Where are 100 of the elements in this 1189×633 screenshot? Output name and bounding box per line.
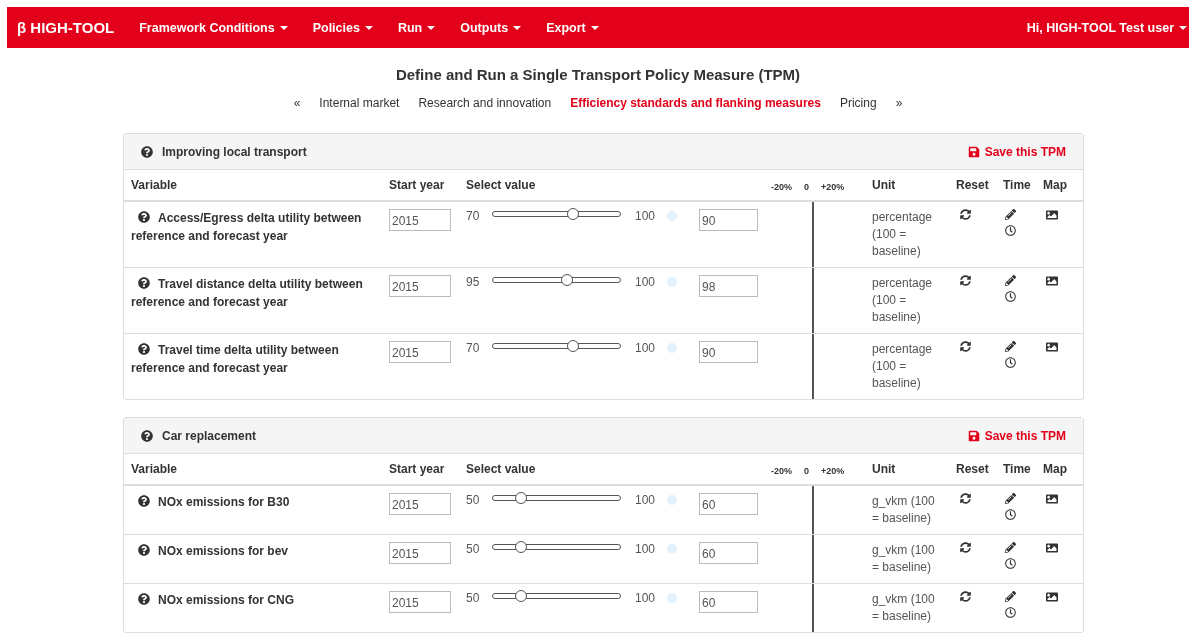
- slider-thumb[interactable]: [560, 274, 573, 286]
- category-tab[interactable]: Pricing: [830, 96, 887, 110]
- reset-icon[interactable]: [960, 209, 971, 220]
- help-icon[interactable]: [141, 429, 153, 442]
- nav-menu[interactable]: Framework Conditions: [139, 20, 288, 35]
- variable-name: Travel time delta utility between reference and forecast year: [130, 342, 340, 377]
- slider-track[interactable]: [492, 343, 621, 349]
- nav-menu[interactable]: Export: [546, 20, 599, 35]
- slider-thumb[interactable]: [514, 590, 527, 602]
- slider-thumb[interactable]: [567, 208, 579, 220]
- variable-name: NOx emissions for CNG: [124, 591, 389, 609]
- start-year-field[interactable]: 2015: [389, 209, 451, 231]
- slider-track[interactable]: [492, 544, 621, 550]
- help-icon[interactable]: [138, 593, 150, 605]
- image-icon[interactable]: [1046, 341, 1058, 353]
- slider-max: 100: [635, 493, 657, 507]
- save-link[interactable]: Save this TPM: [967, 428, 1066, 443]
- column-header: Variable: [124, 170, 389, 202]
- scale-label: -20%: [771, 466, 792, 476]
- image-icon[interactable]: [1046, 209, 1058, 221]
- column-header: Start year: [389, 170, 466, 202]
- value-field[interactable]: 90: [699, 341, 758, 363]
- slider-thumb[interactable]: [514, 541, 527, 553]
- slider-thumb[interactable]: [567, 340, 579, 352]
- unit-text: g_vkm (100 = baseline): [872, 591, 936, 625]
- slider-max: 100: [635, 591, 657, 605]
- nav-menu[interactable]: Run: [397, 20, 436, 35]
- reset-icon[interactable]: [960, 275, 971, 286]
- save-link[interactable]: Save this TPM: [967, 144, 1066, 159]
- status-dot: [667, 544, 677, 554]
- value-field[interactable]: 90: [699, 209, 758, 231]
- slider-max: 100: [635, 275, 657, 289]
- image-icon[interactable]: [1046, 591, 1058, 603]
- start-year-field[interactable]: 2015: [389, 493, 451, 515]
- unit-text: g_vkm (100 = baseline): [872, 542, 936, 576]
- nav-menu[interactable]: Outputs: [460, 20, 522, 35]
- slider-max: 100: [635, 209, 657, 223]
- status-dot: [667, 277, 677, 287]
- save-icon: [967, 429, 980, 442]
- slider-thumb[interactable]: [514, 492, 527, 504]
- value-field[interactable]: 98: [699, 275, 758, 297]
- category-tab[interactable]: Research and innovation: [408, 96, 561, 110]
- save-icon: [967, 145, 980, 158]
- reset-icon[interactable]: [960, 591, 971, 602]
- reset-icon[interactable]: [960, 542, 971, 553]
- column-header: Time: [1003, 454, 1043, 486]
- category-tab[interactable]: Efficiency standards and flanking measures: [560, 96, 831, 110]
- value-field[interactable]: 60: [699, 591, 758, 613]
- reset-icon[interactable]: [960, 493, 971, 504]
- help-icon[interactable]: [138, 343, 150, 355]
- help-icon[interactable]: [138, 211, 150, 223]
- help-icon[interactable]: [138, 277, 150, 289]
- slider-track[interactable]: [492, 593, 621, 599]
- column-header: Reset: [956, 454, 1003, 486]
- unit-text: percentage (100 = baseline): [872, 341, 934, 392]
- value-field[interactable]: 60: [699, 542, 758, 564]
- slider-min: 50: [466, 591, 481, 605]
- slider-max: 100: [635, 341, 657, 355]
- nav-menu[interactable]: Policies: [312, 20, 373, 35]
- scale-label: +20%: [821, 466, 845, 476]
- page-title: Define and Run a Single Transport Policy Measure (TPM): [394, 66, 802, 83]
- help-icon[interactable]: [138, 495, 150, 507]
- slider-min: 70: [466, 209, 481, 223]
- start-year-field[interactable]: 2015: [389, 542, 451, 564]
- value-field[interactable]: 60: [699, 493, 758, 515]
- column-header: Start year: [389, 454, 466, 486]
- slider-min: 50: [466, 542, 481, 556]
- slider-min: 50: [466, 493, 481, 507]
- user-menu[interactable]: Hi, HIGH-TOOL Test user: [1026, 20, 1187, 35]
- brand-logo[interactable]: β HIGH-TOOL: [17, 19, 115, 36]
- help-icon[interactable]: [141, 145, 153, 158]
- unit-text: percentage (100 = baseline): [872, 209, 934, 260]
- panel-title: Improving local transport: [162, 144, 307, 159]
- scale-label: -20%: [771, 182, 792, 192]
- category-tab[interactable]: Internal market: [309, 96, 409, 110]
- reset-icon[interactable]: [960, 341, 971, 352]
- start-year-field[interactable]: 2015: [389, 341, 451, 363]
- column-header: Select value: [466, 170, 771, 202]
- help-icon[interactable]: [138, 544, 150, 556]
- slider-track[interactable]: [492, 495, 621, 501]
- status-dot: [667, 211, 677, 221]
- scale-label: 0: [804, 182, 810, 192]
- variable-name: Travel distance delta utility between reference and forecast year: [130, 276, 364, 311]
- slider-track[interactable]: [492, 277, 621, 283]
- variable-name: Access/Egress delta utility between reference and forecast year: [130, 210, 363, 245]
- image-icon[interactable]: [1046, 493, 1058, 505]
- image-icon[interactable]: [1046, 542, 1058, 554]
- image-icon[interactable]: [1046, 275, 1058, 287]
- status-dot: [667, 495, 677, 505]
- column-header: Unit: [872, 170, 956, 202]
- start-year-field[interactable]: 2015: [389, 275, 451, 297]
- column-header: Reset: [956, 170, 1003, 202]
- slider-max: 100: [635, 542, 657, 556]
- next-link[interactable]: »: [886, 96, 912, 110]
- slider-track[interactable]: [492, 211, 621, 217]
- unit-text: percentage (100 = baseline): [872, 275, 934, 326]
- variable-name: NOx emissions for B30: [124, 493, 389, 511]
- previous-link[interactable]: «: [284, 96, 310, 110]
- start-year-field[interactable]: 2015: [389, 591, 451, 613]
- status-dot: [667, 593, 677, 603]
